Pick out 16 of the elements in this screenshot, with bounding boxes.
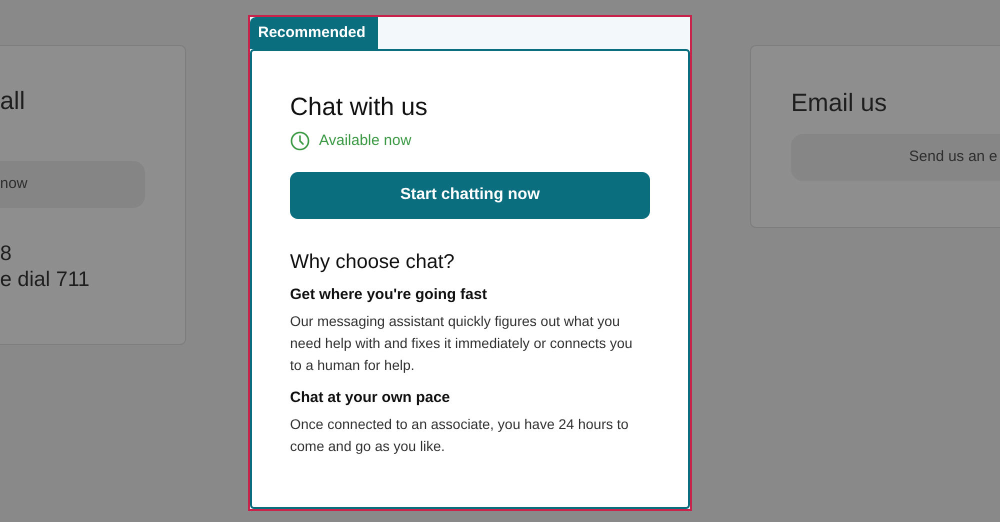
recommended-label: Recommended: [250, 17, 378, 49]
section-title: Why choose chat?: [290, 250, 455, 274]
call-button[interactable]: now: [0, 161, 145, 208]
start-chat-button[interactable]: Start chatting now: [290, 172, 650, 218]
reason-title: Get where you're going fast: [290, 284, 487, 304]
card-title: Email us: [791, 88, 887, 118]
reason-title: Chat at your own pace: [290, 388, 450, 408]
phone-text: 8: [0, 241, 12, 267]
clock-icon: [290, 131, 310, 152]
availability-text: Available now: [319, 131, 412, 151]
reason-text: Once connected to an associate, you have 24 hours to come and go as you like.: [290, 414, 630, 456]
reason-text: Our messaging assistant quickly figures out what you need help with and fixes it immediately or connects you to a human for help.: [290, 312, 634, 375]
card-title: Chat with us: [290, 92, 428, 123]
email-button[interactable]: Send us an e: [791, 134, 1000, 181]
card-title: all: [0, 86, 26, 116]
phone-text: e dial 711: [0, 267, 90, 293]
